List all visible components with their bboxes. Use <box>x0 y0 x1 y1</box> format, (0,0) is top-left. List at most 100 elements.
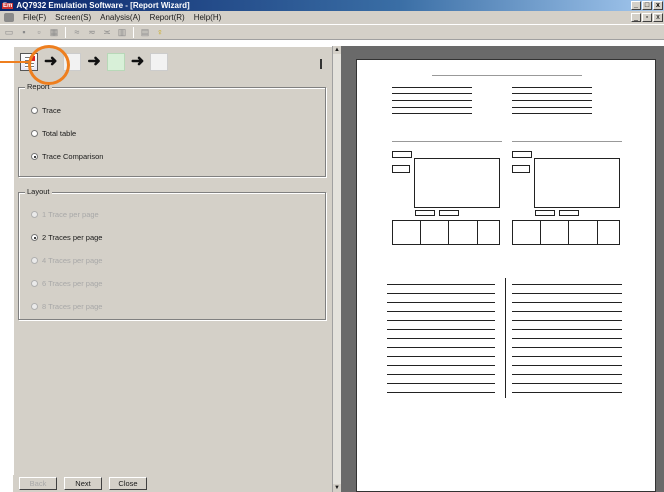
radio-6-traces[interactable] <box>31 280 38 287</box>
preview-row-line <box>387 347 495 348</box>
preview-line <box>512 100 592 101</box>
menu-file[interactable]: File(F) <box>23 13 46 22</box>
radio-4-traces[interactable] <box>31 257 38 264</box>
layout-option-8-traces[interactable]: 8 Traces per page <box>31 302 102 311</box>
output-step-icon[interactable] <box>150 53 169 71</box>
save-icon[interactable]: ▪ <box>18 27 30 38</box>
toolbar-separator <box>133 26 134 38</box>
preview-row-line <box>512 329 622 330</box>
preview-label-box <box>512 151 532 158</box>
preview-table-line <box>597 220 598 245</box>
radio-total-table[interactable] <box>31 130 38 137</box>
preview-table-line <box>568 220 569 245</box>
layout-option-4-traces[interactable]: 4 Traces per page <box>31 256 102 265</box>
preview-line <box>392 100 472 101</box>
preview-table-line <box>420 220 421 245</box>
settings-icon[interactable]: ▤ <box>139 27 151 38</box>
wizard-button-bar: Back Next Close <box>13 475 332 492</box>
table-tool-icon[interactable]: ▥ <box>116 27 128 38</box>
next-button[interactable]: Next <box>64 477 102 490</box>
layout-group: Layout 1 Trace per page 2 Traces per pag… <box>18 187 326 320</box>
preview-row-line <box>512 302 622 303</box>
preview-row-line <box>512 365 622 366</box>
radio-label: Total table <box>42 129 77 138</box>
radio-2-traces[interactable] <box>31 234 38 241</box>
preview-row-line <box>387 302 495 303</box>
marker-tool-icon[interactable]: ≂ <box>86 27 98 38</box>
wizard-panel: ➜ ➜ ➜ Report Trace Total table Trace Com… <box>13 46 332 492</box>
preview-row-line <box>387 293 495 294</box>
report-option-trace[interactable]: Trace <box>31 106 61 115</box>
layout-option-6-traces[interactable]: 6 Traces per page <box>31 279 102 288</box>
close-button[interactable]: Close <box>109 477 147 490</box>
preview-line <box>512 107 592 108</box>
radio-label: 8 Traces per page <box>42 302 103 311</box>
preview-center-divider <box>505 278 506 398</box>
preview-row-line <box>387 383 495 384</box>
preview-row-line <box>512 311 622 312</box>
preview-line <box>392 87 472 88</box>
report-option-total-table[interactable]: Total table <box>31 129 76 138</box>
preview-row-line <box>387 284 495 285</box>
vertical-scrollbar[interactable]: ▲ ▼ <box>332 46 341 492</box>
preview-table-line <box>477 220 478 245</box>
radio-label: Trace <box>42 106 61 115</box>
preview-row-line <box>387 329 495 330</box>
minimize-button[interactable]: _ <box>631 1 641 10</box>
open-folder-icon[interactable]: ▭ <box>3 27 15 38</box>
child-restore-button[interactable]: ▫ <box>642 13 652 22</box>
radio-8-traces[interactable] <box>31 303 38 310</box>
child-close-button[interactable]: x <box>653 13 663 22</box>
report-option-trace-comparison[interactable]: Trace Comparison <box>31 152 103 161</box>
close-window-button[interactable]: x <box>653 1 663 10</box>
preview-row-line <box>387 338 495 339</box>
radio-label: 4 Traces per page <box>42 256 103 265</box>
menu-screen[interactable]: Screen(S) <box>55 13 91 22</box>
scroll-down-button[interactable]: ▼ <box>333 484 341 492</box>
preview-line <box>512 93 592 94</box>
preview-row-line <box>387 311 495 312</box>
preview-line <box>392 113 472 114</box>
layout-option-1-trace[interactable]: 1 Trace per page <box>31 210 99 219</box>
radio-trace[interactable] <box>31 107 38 114</box>
preview-row-line <box>387 320 495 321</box>
print-icon[interactable]: ▫ <box>33 27 45 38</box>
preview-table-box <box>392 220 500 245</box>
preview-line <box>512 113 592 114</box>
preview-trace-box <box>534 158 620 208</box>
toolbar-separator <box>65 26 66 38</box>
preview-row-line <box>387 374 495 375</box>
compare-tool-icon[interactable]: ≍ <box>101 27 113 38</box>
key-icon[interactable]: ♀ <box>154 27 166 38</box>
preview-row-line <box>512 374 622 375</box>
back-button[interactable]: Back <box>19 477 57 490</box>
preview-table-line <box>448 220 449 245</box>
trace-tool-icon[interactable]: ≈ <box>71 27 83 38</box>
radio-trace-comparison[interactable] <box>31 153 38 160</box>
menu-bar: File(F) Screen(S) Analysis(A) Report(R) … <box>0 11 664 24</box>
preview-row-line <box>512 284 622 285</box>
document-menu-icon[interactable] <box>4 13 14 22</box>
preview-divider <box>392 141 502 142</box>
radio-label: 2 Traces per page <box>42 233 103 242</box>
items-step-icon[interactable] <box>106 53 125 71</box>
preview-row-line <box>512 392 622 393</box>
preview-row-line <box>512 347 622 348</box>
scroll-up-button[interactable]: ▲ <box>333 46 341 54</box>
menu-analysis[interactable]: Analysis(A) <box>100 13 140 22</box>
collapse-panel-icon[interactable] <box>320 59 328 69</box>
preview-divider <box>512 141 622 142</box>
preview-label-box <box>392 151 412 158</box>
maximize-button[interactable]: □ <box>642 1 652 10</box>
layout-group-title: Layout <box>25 187 52 196</box>
preview-trace-box <box>414 158 500 208</box>
preview-label-box <box>512 165 530 173</box>
radio-label: 1 Trace per page <box>42 210 99 219</box>
radio-1-trace[interactable] <box>31 211 38 218</box>
menu-report[interactable]: Report(R) <box>150 13 185 22</box>
layout-option-2-traces[interactable]: 2 Traces per page <box>31 233 102 242</box>
child-minimize-button[interactable]: _ <box>631 13 641 22</box>
preview-row-line <box>387 365 495 366</box>
view-icon[interactable]: ▦ <box>48 27 60 38</box>
menu-help[interactable]: Help(H) <box>194 13 222 22</box>
